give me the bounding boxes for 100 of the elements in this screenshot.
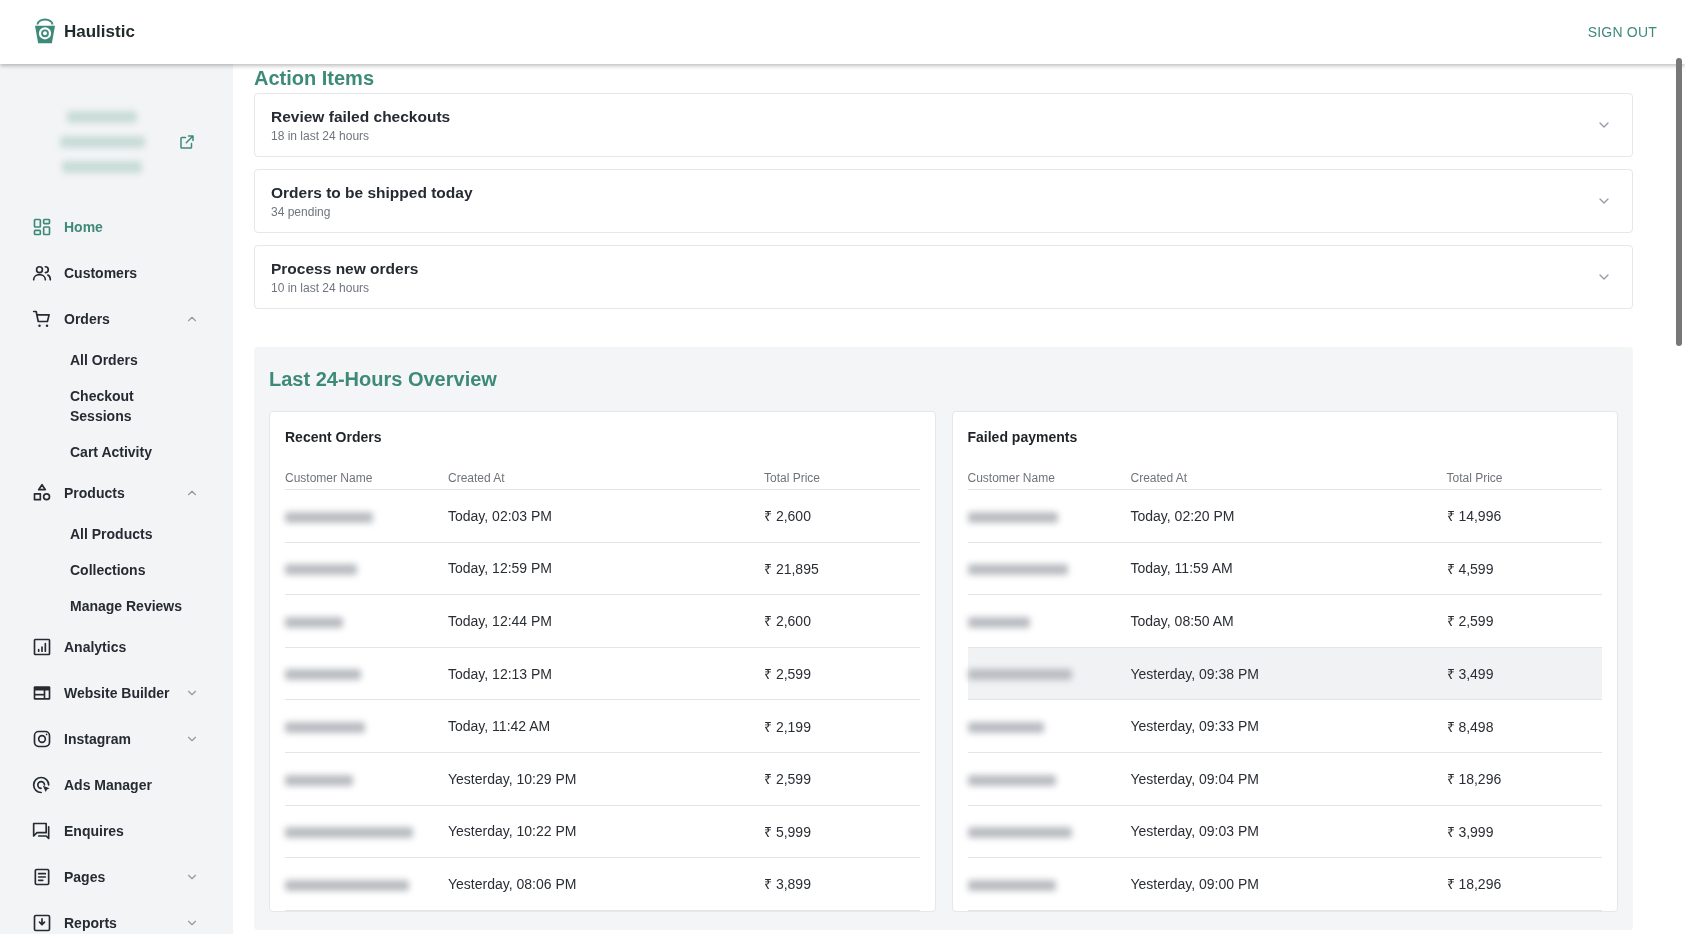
- dashboard-icon: [32, 217, 52, 237]
- table-row[interactable]: Today, 12:13 PM ₹ 2,599: [285, 647, 920, 701]
- table-cell-text: Today, 02:20 PM: [1130, 507, 1236, 524]
- nav-subitem[interactable]: All Orders: [0, 342, 210, 378]
- table-cell-text: ₹ 2,599: [1446, 612, 1495, 631]
- nav-item[interactable]: Ads Manager: [0, 762, 233, 808]
- table-cell-text: Today, 02:03 PM: [448, 507, 554, 524]
- table-cell-text: Yesterday, 09:00 PM: [1130, 875, 1260, 892]
- table-cell-text: ₹ 4,599: [1446, 559, 1495, 578]
- table-cell-text: Yesterday, 10:29 PM: [448, 770, 578, 787]
- table-cell-text: Yesterday, 10:22 PM: [448, 823, 578, 840]
- table-row[interactable]: Yesterday, 09:00 PM ₹ 18,296: [967, 858, 1602, 911]
- shapes-icon: [32, 483, 52, 503]
- scrollbar-thumb[interactable]: [1676, 58, 1682, 346]
- external-link-icon: [178, 133, 196, 151]
- table-cell-text: Yesterday, 08:06 PM: [448, 875, 578, 892]
- table-row[interactable]: Today, 12:59 PM ₹ 21,895: [285, 542, 920, 596]
- table-title: Failed payments: [967, 429, 1079, 445]
- table-cell-text: Yesterday, 09:04 PM: [1130, 770, 1260, 787]
- table-cell-text: ₹ 8,498: [1446, 717, 1495, 736]
- action-item-card[interactable]: Orders to be shipped today 34 pending: [254, 169, 1633, 233]
- brand-name[interactable]: Haulistic: [64, 22, 135, 42]
- column-header: Created At: [448, 471, 506, 485]
- nav-subitem[interactable]: Collections: [0, 552, 210, 588]
- target-icon: [32, 775, 52, 795]
- table-row[interactable]: Yesterday, 09:38 PM ₹ 3,499: [967, 647, 1602, 701]
- table-cell-text: ₹ 21,895: [764, 559, 820, 578]
- table-row[interactable]: Yesterday, 09:03 PM ₹ 3,999: [967, 805, 1602, 859]
- table-title: Recent Orders: [285, 429, 383, 445]
- table-cell-text: Today, 11:59 AM: [1130, 560, 1234, 577]
- nav-item[interactable]: Website Builder: [0, 670, 233, 716]
- nav-subitem[interactable]: All Products: [0, 516, 210, 552]
- nav-subitem[interactable]: Cart Activity: [0, 434, 210, 470]
- column-header: Total Price: [764, 471, 822, 485]
- table-cell-text: ₹ 18,296: [1446, 770, 1503, 789]
- table-cell-text: ₹ 2,600: [764, 507, 812, 526]
- cart-icon: [32, 309, 52, 329]
- column-header: Customer Name: [285, 471, 374, 485]
- nav-item[interactable]: Reports: [0, 900, 233, 934]
- chat-icon: [32, 821, 52, 841]
- chart-icon: [32, 637, 52, 657]
- table-cell-text: Today, 11:42 AM: [448, 718, 552, 735]
- table-row[interactable]: Yesterday, 08:06 PM ₹ 3,899: [285, 858, 920, 911]
- blurred-name: [285, 616, 343, 628]
- nav-item[interactable]: Products: [0, 470, 233, 516]
- table-cell-text: ₹ 2,599: [764, 665, 812, 684]
- table-cell-text: ₹ 18,296: [1446, 875, 1503, 894]
- nav-item[interactable]: Pages: [0, 854, 233, 900]
- column-header: Customer Name: [967, 471, 1056, 485]
- nav-item[interactable]: Orders: [0, 296, 233, 342]
- table-cell-text: Yesterday, 09:38 PM: [1130, 665, 1260, 682]
- nav-item[interactable]: Customers: [0, 250, 233, 296]
- table-row[interactable]: Yesterday, 09:33 PM ₹ 8,498: [967, 700, 1602, 753]
- table-cell-text: Today, 12:44 PM: [448, 613, 554, 629]
- table-cell-text: ₹ 3,899: [764, 875, 812, 894]
- column-header: Created At: [1130, 471, 1189, 485]
- table-cell-text: Today, 08:50 AM: [1130, 613, 1235, 629]
- nav-subitem[interactable]: Checkout Sessions: [0, 378, 210, 434]
- table-row[interactable]: Today, 02:03 PM ₹ 2,600: [285, 490, 920, 543]
- action-title: Process new orders: [271, 259, 420, 278]
- action-item-card[interactable]: Process new orders 10 in last 24 hours: [254, 245, 1633, 309]
- table-row[interactable]: Today, 08:50 AM ₹ 2,599: [967, 595, 1602, 648]
- table-cell-text: ₹ 2,199: [764, 717, 812, 736]
- action-title: Review failed checkouts: [271, 107, 452, 126]
- people-icon: [32, 263, 52, 283]
- table-cell-text: Today, 12:59 PM: [448, 560, 554, 577]
- action-title: Orders to be shipped today: [271, 183, 474, 202]
- nav-item[interactable]: Home: [0, 204, 233, 250]
- table-cell-text: ₹ 14,996: [1446, 507, 1503, 526]
- action-subtitle: 34 pending: [271, 204, 332, 219]
- table-row[interactable]: Yesterday, 10:29 PM ₹ 2,599: [285, 752, 920, 806]
- action-subtitle: 10 in last 24 hours: [271, 280, 371, 295]
- nav-subitem[interactable]: Manage Reviews: [0, 588, 210, 624]
- table-cell-text: Yesterday, 09:03 PM: [1130, 823, 1260, 840]
- camera-icon: [32, 729, 52, 749]
- nav-item[interactable]: Enquires: [0, 808, 233, 854]
- table-row[interactable]: Today, 02:20 PM ₹ 14,996: [967, 490, 1602, 543]
- table-row[interactable]: Today, 11:42 AM ₹ 2,199: [285, 700, 920, 753]
- table-row[interactable]: Yesterday, 10:22 PM ₹ 5,999: [285, 805, 920, 859]
- section-title: Action Items: [254, 66, 376, 90]
- table-cell-text: ₹ 2,600: [764, 612, 812, 631]
- action-subtitle: 18 in last 24 hours: [271, 128, 371, 143]
- table-cell-text: Yesterday, 09:33 PM: [1130, 718, 1260, 735]
- sign-out-link[interactable]: SIGN OUT: [1587, 24, 1657, 40]
- table-cell-text: ₹ 5,999: [764, 822, 812, 841]
- nav-item[interactable]: Instagram: [0, 716, 233, 762]
- table-row[interactable]: Today, 11:59 AM ₹ 4,599: [967, 542, 1602, 596]
- table-cell-text: ₹ 2,599: [764, 770, 812, 789]
- document-icon: [32, 867, 52, 887]
- nav-item[interactable]: Analytics: [0, 624, 233, 670]
- blurred-name: [967, 616, 1030, 628]
- download-icon: [32, 913, 52, 933]
- column-header: Total Price: [1446, 471, 1504, 485]
- blurred-name: [285, 564, 357, 576]
- layout-icon: [32, 683, 52, 703]
- action-item-card[interactable]: Review failed checkouts 18 in last 24 hours: [254, 93, 1633, 157]
- section-title: Last 24-Hours Overview: [269, 367, 498, 392]
- blurred-name: [285, 774, 353, 786]
- table-row[interactable]: Today, 12:44 PM ₹ 2,600: [285, 595, 920, 648]
- table-row[interactable]: Yesterday, 09:04 PM ₹ 18,296: [967, 752, 1602, 806]
